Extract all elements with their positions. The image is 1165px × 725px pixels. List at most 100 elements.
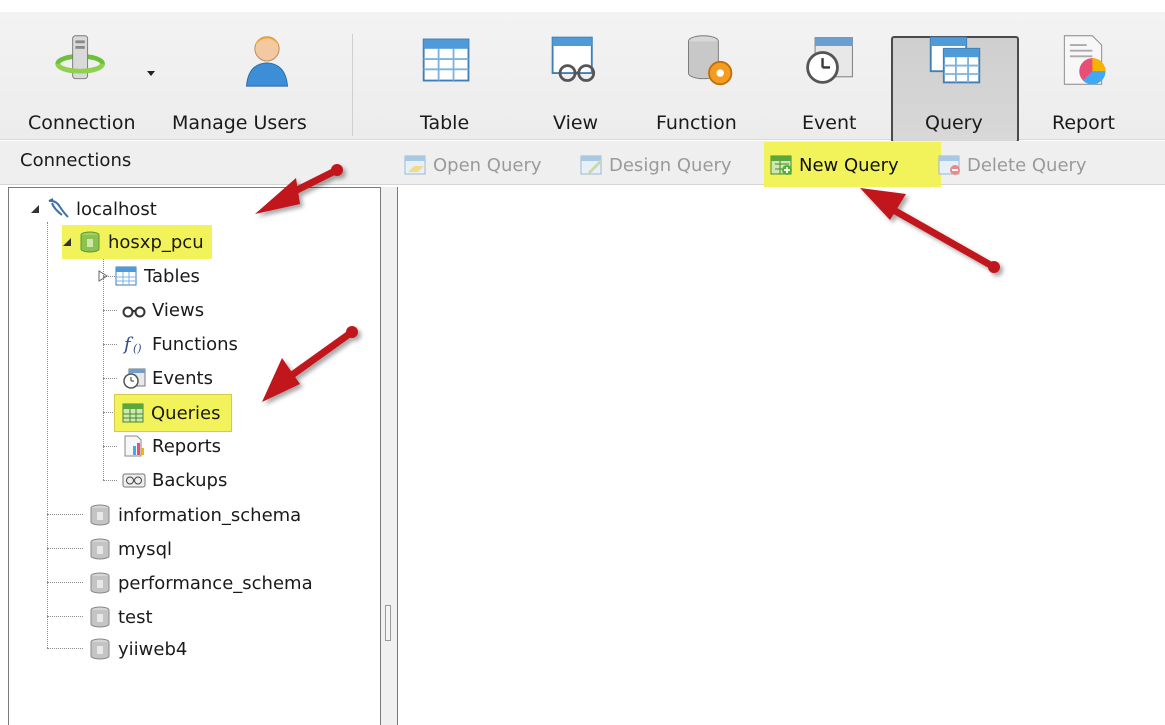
report-label: Report	[1052, 112, 1115, 134]
connection-icon	[55, 35, 105, 80]
tree-label: localhost	[76, 198, 157, 220]
tree-item-backups[interactable]: Backups	[122, 465, 227, 495]
tree-item-yiiweb4[interactable]: yiiweb4	[88, 634, 187, 664]
tree-item-reports[interactable]: Reports	[122, 431, 221, 461]
tree-label: performance_schema	[118, 572, 313, 594]
design-query-icon	[580, 155, 602, 175]
database-icon	[90, 638, 110, 660]
window-top-edge	[0, 0, 1165, 12]
object-list-pane	[397, 187, 1165, 725]
query-button[interactable]: Query	[918, 26, 992, 144]
tree-line	[103, 446, 117, 447]
function-button[interactable]: Function	[656, 26, 748, 144]
report-icon	[124, 435, 144, 457]
open-query-button[interactable]: Open Query	[404, 150, 542, 180]
database-icon	[90, 504, 110, 526]
view-button[interactable]: View	[540, 26, 610, 144]
tree-item-queries[interactable]: Queries	[114, 394, 232, 432]
tree-item-mysql[interactable]: mysql	[88, 534, 172, 564]
tree-item-views[interactable]: Views	[122, 295, 204, 325]
backup-icon	[122, 473, 146, 488]
tree-line	[103, 344, 117, 345]
tree-item-localhost[interactable]: localhost	[30, 194, 157, 224]
mysql-server-icon	[48, 198, 69, 218]
tree-label: test	[118, 606, 153, 628]
connection-label: Connection	[28, 112, 136, 134]
tree-line	[47, 514, 83, 515]
table-button[interactable]: Table	[412, 26, 482, 144]
query-icon	[929, 36, 981, 84]
tree-line	[103, 310, 117, 311]
tree-item-information-schema[interactable]: information_schema	[88, 500, 301, 530]
expanded-arrow-icon[interactable]	[62, 237, 72, 247]
view-icon	[551, 36, 596, 82]
tree-label: information_schema	[118, 504, 302, 526]
manage-users-label: Manage Users	[172, 112, 307, 134]
new-query-icon	[770, 155, 792, 175]
open-query-label: Open Query	[433, 154, 542, 176]
delete-query-icon	[938, 155, 960, 175]
function-label: Function	[656, 112, 737, 134]
event-icon	[806, 37, 853, 84]
tree-label: Events	[152, 367, 213, 389]
tree-item-events[interactable]: Events	[122, 363, 213, 393]
tree-line	[47, 548, 83, 549]
tree-item-performance-schema[interactable]: performance_schema	[88, 568, 313, 598]
splitter-handle[interactable]	[385, 605, 391, 641]
tree-label: hosxp_pcu	[108, 231, 204, 253]
toolbar-separator	[352, 34, 353, 136]
tree-label: Reports	[152, 435, 222, 457]
tree-line	[47, 582, 83, 583]
table-label: Table	[420, 112, 470, 134]
glasses-icon	[122, 306, 146, 318]
database-icon	[90, 572, 110, 594]
table-icon	[422, 38, 470, 82]
manage-users-button[interactable]: Manage Users	[168, 26, 318, 144]
delete-query-button[interactable]: Delete Query	[938, 150, 1087, 180]
tree-label: Backups	[152, 469, 228, 491]
tree-label: Views	[152, 299, 205, 321]
database-icon	[80, 231, 100, 253]
query-icon	[122, 403, 144, 423]
collapsed-arrow-icon[interactable]	[98, 270, 108, 282]
tree-line	[103, 480, 117, 481]
tree-line	[47, 222, 48, 648]
tree-line	[47, 616, 83, 617]
tree-item-hosxp-pcu[interactable]: hosxp_pcu	[62, 225, 212, 259]
expanded-arrow-icon[interactable]	[30, 204, 40, 214]
open-query-icon	[404, 155, 426, 175]
tree-item-functions[interactable]: f() Functions	[122, 329, 238, 359]
tree-label: Tables	[144, 265, 200, 287]
query-label: Query	[925, 112, 983, 134]
svg-text:(): ()	[133, 342, 142, 355]
tree-label: Functions	[152, 333, 238, 355]
user-icon	[245, 36, 288, 87]
pane-splitter[interactable]	[381, 187, 397, 725]
report-icon	[1063, 35, 1106, 85]
view-label: View	[553, 112, 599, 134]
event-label: Event	[802, 112, 857, 134]
tree-line	[47, 648, 83, 649]
connections-panel-title: Connections	[20, 150, 132, 171]
tree-item-test[interactable]: test	[88, 602, 153, 632]
report-button[interactable]: Report	[1046, 26, 1120, 144]
tree-label: Queries	[151, 402, 221, 424]
table-icon	[115, 266, 137, 286]
tree-line	[103, 378, 117, 379]
new-query-button[interactable]: New Query	[770, 150, 899, 180]
new-query-label: New Query	[799, 154, 899, 176]
function-icon: f()	[122, 334, 142, 355]
chevron-down-icon[interactable]	[146, 70, 156, 77]
function-icon	[688, 35, 733, 86]
delete-query-label: Delete Query	[967, 154, 1087, 176]
tree-label: mysql	[118, 538, 172, 560]
design-query-label: Design Query	[609, 154, 732, 176]
tree-label: yiiweb4	[118, 638, 188, 660]
design-query-button[interactable]: Design Query	[580, 150, 732, 180]
event-button[interactable]: Event	[800, 26, 860, 144]
connection-button[interactable]: Connection	[22, 26, 155, 144]
main-toolbar: Connection Manage Users Table View Funct…	[0, 12, 1165, 143]
database-icon	[90, 538, 110, 560]
tree-item-tables[interactable]: Tables	[98, 261, 200, 291]
database-icon	[90, 606, 110, 628]
